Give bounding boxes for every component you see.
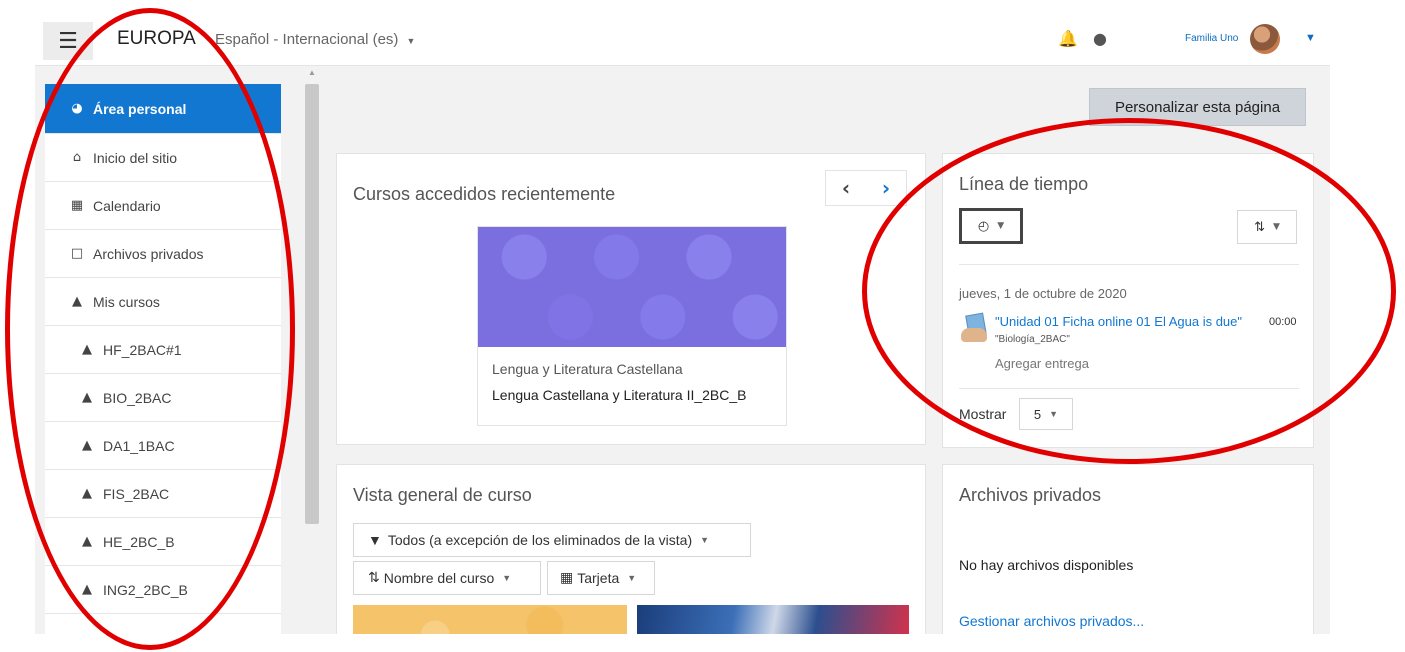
clock-icon: ◴ (977, 218, 990, 234)
timeline-filter-dropdown[interactable]: ◴ ▼ (959, 208, 1023, 244)
manage-files-link[interactable]: Gestionar archivos privados... (959, 613, 1144, 629)
grid-icon: ▦ (560, 570, 574, 586)
course-overview-block: Vista general de curso ▼ Todos (a excepci… (336, 464, 926, 634)
language-label: Español - Internacional (es) (215, 31, 399, 48)
customize-page-button[interactable]: Personalizar esta página (1089, 88, 1306, 126)
course-filter-dropdown[interactable]: ▼ Todos (a excepción de los eliminados de… (353, 523, 751, 557)
chevron-down-icon: ▼ (1272, 222, 1280, 232)
chevron-down-icon[interactable]: ▼ (1305, 32, 1316, 44)
graduation-cap-icon: ▲ (82, 582, 92, 597)
filter-icon: ▼ (368, 532, 382, 548)
sidebar-item-course[interactable]: ▲ ING2_2BC_B (45, 566, 281, 614)
timeline-date: jueves, 1 de octubre de 2020 (959, 286, 1127, 301)
graduation-cap-icon: ▲ (82, 486, 92, 501)
assignment-icon (961, 312, 989, 344)
course-name[interactable]: Lengua Castellana y Literatura II_2BC_B (492, 387, 747, 403)
course-view-dropdown[interactable]: ▦ Tarjeta ▼ (547, 561, 655, 595)
sort-icon: ⇅ (1254, 219, 1265, 235)
show-count-label: Mostrar (959, 406, 1007, 422)
sidebar-item-label: HE_2BC_B (103, 533, 175, 550)
divider (959, 264, 1299, 265)
sidebar-item-label: FIS_2BAC (103, 485, 170, 502)
sidebar-item-course[interactable]: ▲ HF_2BAC#1 (45, 326, 281, 374)
chevron-down-icon: ▼ (502, 573, 512, 583)
divider (959, 388, 1299, 389)
chevron-down-icon: ▼ (1049, 409, 1059, 419)
dashboard-icon: ◕ (71, 101, 83, 116)
site-name[interactable]: EUROPA (117, 28, 196, 50)
sidebar-item-mis-cursos[interactable]: ▲ Mis cursos (45, 278, 281, 326)
course-sort-label: Nombre del curso (383, 570, 495, 586)
sidebar-item-label: Calendario (93, 197, 161, 214)
timeline-event-time: 00:00 (1269, 316, 1297, 328)
graduation-cap-icon: ▲ (82, 342, 92, 357)
graduation-cap-icon: ▲ (82, 438, 92, 453)
course-card[interactable]: Lengua y Literatura Castellana Lengua Ca… (477, 226, 787, 426)
timeline-title: Línea de tiempo (959, 174, 1089, 194)
course-image[interactable] (478, 227, 786, 347)
home-icon: ⌂ (72, 150, 82, 165)
drawer-scrollbar-thumb[interactable] (305, 84, 319, 524)
sidebar-item-calendario[interactable]: ▦ Calendario (45, 182, 281, 230)
chevron-down-icon: ▼ (997, 221, 1005, 231)
no-files-text: No hay archivos disponibles (959, 557, 1134, 573)
timeline-event-link[interactable]: "Unidad 01 Ficha online 01 El Agua is du… (995, 314, 1242, 329)
timeline-event-course: "Biología_2BAC" (995, 334, 1070, 345)
timeline-block: Línea de tiempo ◴ ▼ ⇅ ▼ jueves, 1 de octub… (942, 153, 1314, 448)
sort-icon: ⇅ (368, 570, 380, 586)
recent-courses-block: Cursos accedidos recientemente ‹ › Lengu… (336, 153, 926, 445)
course-thumbnail[interactable] (637, 605, 909, 634)
sidebar-item-course[interactable]: ▲ BIO_2BAC (45, 374, 281, 422)
calendar-icon: ▦ (70, 198, 84, 213)
chevron-down-icon: ▼ (406, 36, 416, 46)
course-filter-label: Todos (a excepción de los eliminados de … (387, 532, 693, 548)
sidebar-item-label: HF_2BAC#1 (103, 341, 182, 358)
language-menu[interactable]: Español - Internacional (es) ▼ (215, 31, 415, 48)
carousel-nav: ‹ › (825, 170, 907, 206)
chevron-down-icon: ▼ (627, 573, 637, 583)
timeline-sort-dropdown[interactable]: ⇅ ▼ (1237, 210, 1297, 244)
avatar[interactable] (1250, 24, 1280, 54)
private-files-title: Archivos privados (959, 485, 1102, 505)
hamburger-icon[interactable]: ☰ (43, 22, 93, 60)
sidebar-item-label: DA1_1BAC (103, 437, 175, 454)
chevron-left-icon[interactable]: ‹ (826, 171, 866, 205)
sidebar-item-label: Mis cursos (93, 293, 160, 310)
private-files-block: Archivos privados No hay archivos dispon… (942, 464, 1314, 634)
chat-icon[interactable]: ● (1093, 29, 1107, 48)
graduation-cap-icon: ▲ (72, 294, 82, 309)
scroll-up-arrow-icon[interactable]: ▲ (308, 68, 316, 77)
timeline-event-action[interactable]: Agregar entrega (995, 356, 1089, 371)
recent-courses-title: Cursos accedidos recientemente (353, 184, 616, 204)
graduation-cap-icon: ▲ (82, 390, 92, 405)
sidebar-item-course[interactable]: ▲ DA1_1BAC (45, 422, 281, 470)
sidebar-item-inicio[interactable]: ⌂ Inicio del sitio (45, 134, 281, 182)
course-category: Lengua y Literatura Castellana (492, 361, 683, 377)
sidebar-item-course[interactable]: ▲ FIS_2BAC (45, 470, 281, 518)
show-count-select[interactable]: 5 ▼ (1019, 398, 1073, 430)
sidebar-item-label: Área personal (93, 100, 187, 117)
sidebar-item-area-personal[interactable]: ◕ Área personal (45, 84, 281, 134)
moodle-window: ☰ EUROPA Español - Internacional (es) ▼ 🔔… (35, 12, 1330, 634)
course-view-label: Tarjeta (577, 570, 620, 586)
course-sort-dropdown[interactable]: ⇅ Nombre del curso ▼ (353, 561, 541, 595)
chevron-right-icon[interactable]: › (866, 171, 906, 205)
graduation-cap-icon: ▲ (82, 534, 92, 549)
course-overview-title: Vista general de curso (353, 485, 532, 505)
bell-icon[interactable]: 🔔 (1058, 29, 1078, 48)
course-thumbnail[interactable] (353, 605, 627, 634)
top-navbar: ☰ EUROPA Español - Internacional (es) ▼ 🔔… (35, 12, 1330, 66)
sidebar-item-label: ING2_2BC_B (103, 581, 188, 598)
show-count-value: 5 (1033, 406, 1042, 422)
chevron-down-icon: ▼ (700, 535, 710, 545)
nav-drawer: ◕ Área personal ⌂ Inicio del sitio ▦ Calend… (45, 84, 281, 634)
sidebar-item-course[interactable]: ▲ HE_2BC_B (45, 518, 281, 566)
sidebar-item-label: BIO_2BAC (103, 389, 172, 406)
sidebar-item-label: Archivos privados (93, 245, 204, 262)
sidebar-item-archivos[interactable]: □ Archivos privados (45, 230, 281, 278)
user-name[interactable]: Familia Uno (1185, 33, 1238, 44)
file-icon: □ (70, 246, 84, 261)
sidebar-item-label: Inicio del sitio (93, 149, 178, 166)
